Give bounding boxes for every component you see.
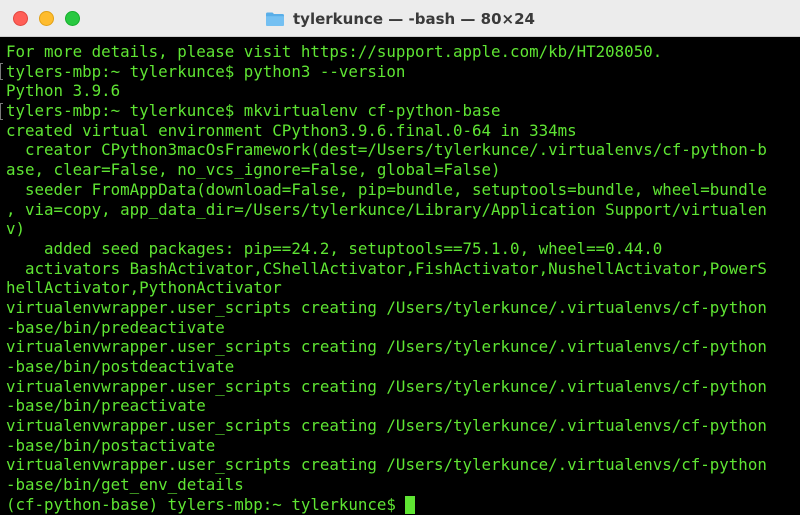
terminal-line: virtualenvwrapper.user_scripts creating … [6,416,767,436]
command-mark [0,103,3,120]
terminal-line: seeder FromAppData(download=False, pip=b… [6,179,767,199]
terminal-output-area[interactable]: For more details, please visit https://s… [0,37,800,515]
terminal-line: v) [6,219,26,239]
terminal-line: ase, clear=False, no_vcs_ignore=False, g… [6,160,501,180]
text-cursor [405,495,416,514]
terminal-line: virtualenvwrapper.user_scripts creating … [6,376,767,396]
command-mark [0,63,3,80]
terminal-line: -base/bin/get_env_details [6,475,244,495]
terminal-line: -base/bin/postactivate [6,435,216,455]
window-title: tylerkunce — -bash — 80×24 [293,9,535,28]
window-title-group: tylerkunce — -bash — 80×24 [0,0,800,37]
terminal-line: created virtual environment CPython3.9.6… [6,120,577,140]
terminal-line: tylers-mbp:~ tylerkunce$ mkvirtualenv cf… [6,101,501,121]
terminal-line: added seed packages: pip==24.2, setuptoo… [6,238,663,258]
terminal-line: hellActivator,PythonActivator [6,278,282,298]
folder-icon [266,12,285,26]
terminal-line: , via=copy, app_data_dir=/Users/tylerkun… [6,199,767,219]
terminal-line: -base/bin/predeactivate [6,317,225,337]
prompt-line[interactable]: (cf-python-base) tylers-mbp:~ tylerkunce… [6,495,767,515]
terminal-window: tylerkunce — -bash — 80×24 For more deta… [0,0,800,515]
title-bar[interactable]: tylerkunce — -bash — 80×24 [0,0,800,37]
terminal-line: Python 3.9.6 [6,81,121,101]
terminal-line: -base/bin/postdeactivate [6,357,235,376]
terminal-lines: For more details, please visit https://s… [6,42,767,515]
terminal-line: creator CPython3macOsFramework(dest=/Use… [6,140,767,160]
terminal-line: virtualenvwrapper.user_scripts creating … [6,297,767,317]
terminal-line: For more details, please visit https://s… [6,42,663,61]
terminal-line: virtualenvwrapper.user_scripts creating … [6,455,767,475]
terminal-line: -base/bin/preactivate [6,396,206,416]
terminal-line: activators BashActivator,CShellActivator… [6,258,767,278]
terminal-line: virtualenvwrapper.user_scripts creating … [6,337,767,357]
shell-prompt: (cf-python-base) tylers-mbp:~ tylerkunce… [6,494,406,514]
terminal-line: tylers-mbp:~ tylerkunce$ python3 --versi… [6,61,406,81]
